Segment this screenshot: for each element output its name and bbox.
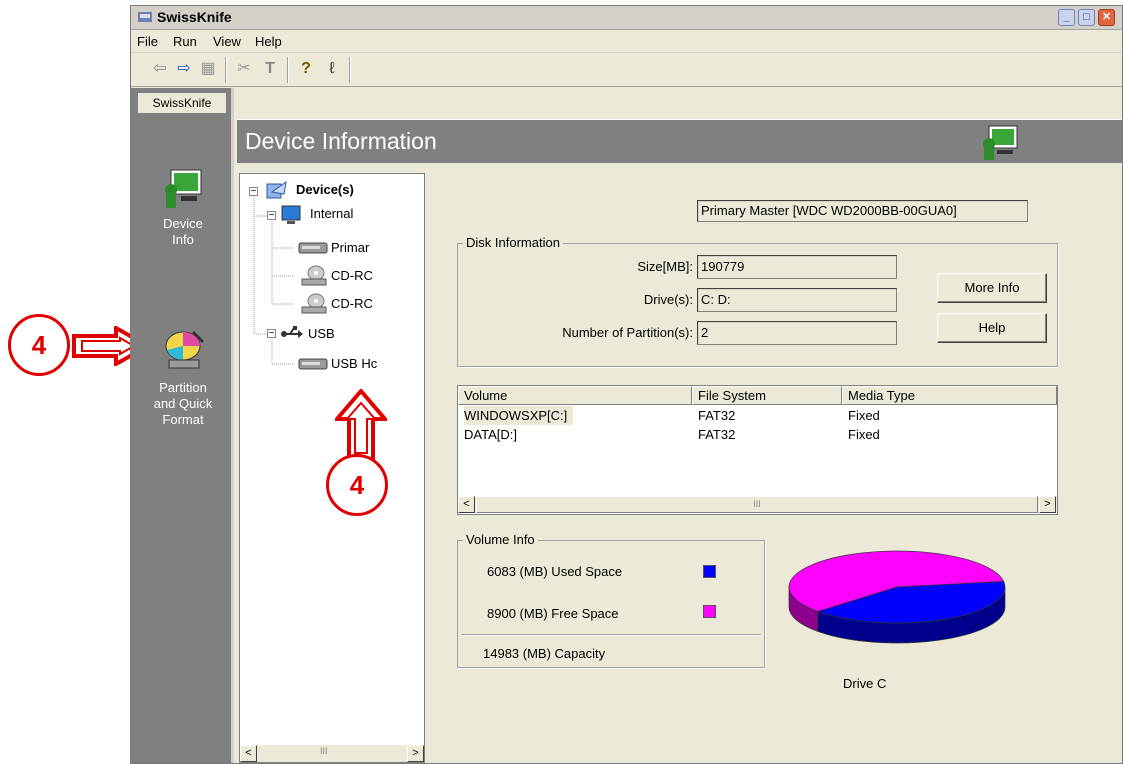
- scroll-left-button[interactable]: <: [458, 496, 475, 513]
- column-header-media-type[interactable]: Media Type: [842, 386, 1057, 405]
- media-type-cell: Fixed: [848, 408, 880, 423]
- devices-root-icon: [266, 180, 287, 199]
- tree-node-label: USB Hc: [331, 356, 378, 371]
- sidebar-item-label: and Quick: [153, 396, 213, 411]
- toolbar-icon-3[interactable]: ▦: [197, 58, 219, 80]
- size-field: 190779: [697, 255, 897, 279]
- pane-splitter[interactable]: [427, 173, 437, 763]
- more-info-button[interactable]: More Info: [937, 273, 1047, 303]
- menu-help[interactable]: Help: [255, 34, 282, 49]
- hard-drive-icon: [298, 358, 328, 370]
- page-title: Device Information: [245, 128, 437, 154]
- tree-collapse-toggle[interactable]: −: [249, 187, 258, 197]
- toolbar: ⇦ ⇨ ▦ ✂ T ? ℓ: [131, 53, 1122, 87]
- volume-cell: WINDOWSXP[C:]: [464, 406, 574, 425]
- scroll-thumb[interactable]: III: [476, 496, 1038, 513]
- hard-drive-icon: [298, 242, 328, 254]
- scroll-thumb-grip[interactable]: III: [320, 746, 328, 756]
- menu-bar: File Run View Help: [131, 31, 1122, 53]
- table-row[interactable]: WINDOWSXP[C:] FAT32 Fixed: [458, 406, 1057, 425]
- close-button[interactable]: ✕: [1098, 9, 1115, 26]
- table-row[interactable]: DATA[D:] FAT32 Fixed: [458, 425, 1057, 444]
- drives-field: C: D:: [697, 288, 897, 312]
- text-icon[interactable]: T: [259, 58, 281, 80]
- minimize-button[interactable]: _: [1058, 9, 1075, 26]
- annotation-marker-left: 4: [8, 314, 70, 376]
- tree-node-label: Internal: [310, 206, 354, 221]
- free-space-swatch: [703, 605, 716, 618]
- toolbar-separator: [225, 57, 227, 83]
- selected-drive-field: Primary Master [WDC WD2000BB-00GUA0]: [697, 200, 1028, 222]
- forward-arrow-icon[interactable]: ⇨: [173, 58, 195, 80]
- about-icon[interactable]: ℓ: [321, 58, 343, 80]
- partitions-label: Number of Partition(s):: [562, 325, 693, 340]
- title-bar[interactable]: SwissKnife _ □ ✕: [131, 6, 1122, 30]
- maximize-button[interactable]: □: [1078, 9, 1095, 26]
- annotation-arrow-up-icon: [335, 389, 387, 461]
- sidebar-tab-swissknife[interactable]: SwissKnife: [137, 92, 227, 114]
- app-window: SwissKnife _ □ ✕ File Run View Help ⇦ ⇨ …: [130, 5, 1123, 764]
- volume-list-scrollbar[interactable]: < III >: [458, 496, 1057, 513]
- volume-cell: DATA[D:]: [464, 427, 517, 442]
- help-icon[interactable]: ?: [295, 58, 317, 80]
- scroll-right-button[interactable]: >: [1039, 496, 1056, 513]
- back-arrow-icon[interactable]: ⇦: [149, 58, 171, 80]
- capacity-text: 14983 (MB) Capacity: [483, 646, 606, 661]
- menu-run[interactable]: Run: [173, 34, 197, 49]
- volume-info-title: Volume Info: [463, 532, 538, 547]
- disk-information-title: Disk Information: [463, 235, 563, 250]
- page-header: Device Information: [237, 119, 1122, 163]
- cd-rom-icon: [301, 293, 327, 314]
- pie-chart-title: Drive C: [843, 676, 887, 691]
- tree-scrollbar[interactable]: < III >: [240, 745, 424, 762]
- toolbar-separator: [349, 57, 351, 83]
- used-space-swatch: [703, 565, 716, 578]
- sidebar-item-partition-format[interactable]: Partition and Quick Format: [139, 328, 227, 438]
- sidebar-item-label: Info: [172, 232, 194, 247]
- column-header-volume[interactable]: Volume: [458, 386, 692, 405]
- tree-node-label: CD-RC: [331, 268, 373, 283]
- drive-pie-chart: [788, 550, 1006, 644]
- annotation-marker-tree: 4: [326, 454, 388, 516]
- partitions-field: 2: [697, 321, 897, 345]
- used-space-text: 6083 (MB) Used Space: [487, 564, 623, 579]
- media-type-cell: Fixed: [848, 427, 880, 442]
- free-space-text: 8900 (MB) Free Space: [487, 606, 619, 621]
- computer-monitor-icon: [281, 205, 301, 224]
- help-button[interactable]: Help: [937, 313, 1047, 343]
- device-info-panel: Selected Drive: Primary Master [WDC WD20…: [441, 173, 1122, 763]
- tree-node-label: USB: [308, 326, 335, 341]
- tree-collapse-toggle[interactable]: −: [267, 329, 276, 339]
- tree-node-label: CD-RC: [331, 296, 373, 311]
- sidebar-item-device-info[interactable]: Device Info: [139, 168, 227, 258]
- tree-node-label: Primar: [331, 240, 370, 255]
- tree-node-label: Device(s): [296, 182, 354, 197]
- tools-icon[interactable]: ✂: [233, 58, 255, 80]
- device-info-icon: [983, 125, 1018, 160]
- partition-disk-icon: [165, 330, 205, 369]
- menu-view[interactable]: View: [213, 34, 241, 49]
- drives-label: Drive(s):: [643, 292, 693, 307]
- scroll-right-button[interactable]: >: [407, 745, 424, 762]
- device-info-icon: [165, 169, 202, 208]
- file-system-cell: FAT32: [698, 408, 736, 423]
- size-label: Size[MB]:: [637, 259, 693, 274]
- scroll-left-button[interactable]: <: [240, 745, 257, 762]
- toolbar-separator: [287, 57, 289, 83]
- cd-rom-icon: [301, 265, 327, 286]
- usb-icon: [281, 326, 303, 338]
- tree-collapse-toggle[interactable]: −: [267, 211, 276, 221]
- swissknife-app-icon: [138, 12, 152, 22]
- file-system-cell: FAT32: [698, 427, 736, 442]
- menu-file[interactable]: File: [137, 34, 158, 49]
- column-header-file-system[interactable]: File System: [692, 386, 842, 405]
- divider: [461, 634, 761, 636]
- sidebar-item-label: Device: [163, 216, 203, 231]
- sidebar: SwissKnife Device Info Partition and Qui…: [131, 88, 234, 763]
- volume-list[interactable]: Volume File System Media Type WINDOWSXP[…: [457, 385, 1058, 515]
- window-title: SwissKnife: [157, 9, 232, 25]
- sidebar-item-label: Partition: [159, 380, 207, 395]
- sidebar-item-label: Format: [162, 412, 204, 427]
